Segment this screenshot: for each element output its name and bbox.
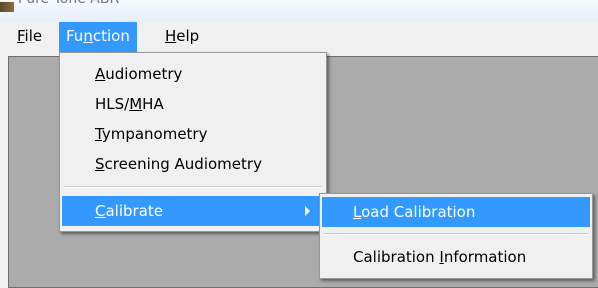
window-title: Pure Tone ABR	[18, 0, 119, 8]
menu-help[interactable]: Help	[158, 22, 206, 52]
submenu-arrow-icon	[305, 206, 310, 216]
menu-separator	[64, 186, 322, 188]
menu-item-calibrate[interactable]: Calibrate	[62, 196, 324, 226]
menu-item-tympanometry[interactable]: Tympanometry	[62, 119, 324, 149]
menu-item-screening-audiometry[interactable]: Screening Audiometry	[62, 149, 324, 179]
menu-item-load-calibration[interactable]: Load Calibration	[322, 197, 590, 227]
title-bar: Pure Tone ABR	[0, 0, 598, 22]
calibrate-submenu: Load Calibration Calibration Information	[319, 193, 593, 279]
menu-item-calibration-information[interactable]: Calibration Information	[322, 242, 590, 272]
menu-function[interactable]: Function	[59, 22, 137, 52]
app-icon	[0, 2, 14, 12]
menu-item-audiometry[interactable]: Audiometry	[62, 59, 324, 89]
menu-bar: File Function Help	[0, 22, 598, 52]
menu-separator	[324, 233, 588, 235]
menu-item-hls-mha[interactable]: HLS/MHA	[62, 89, 324, 119]
function-menu: Audiometry HLS/MHA Tympanometry Screenin…	[59, 52, 327, 232]
menu-file[interactable]: File	[10, 22, 49, 52]
